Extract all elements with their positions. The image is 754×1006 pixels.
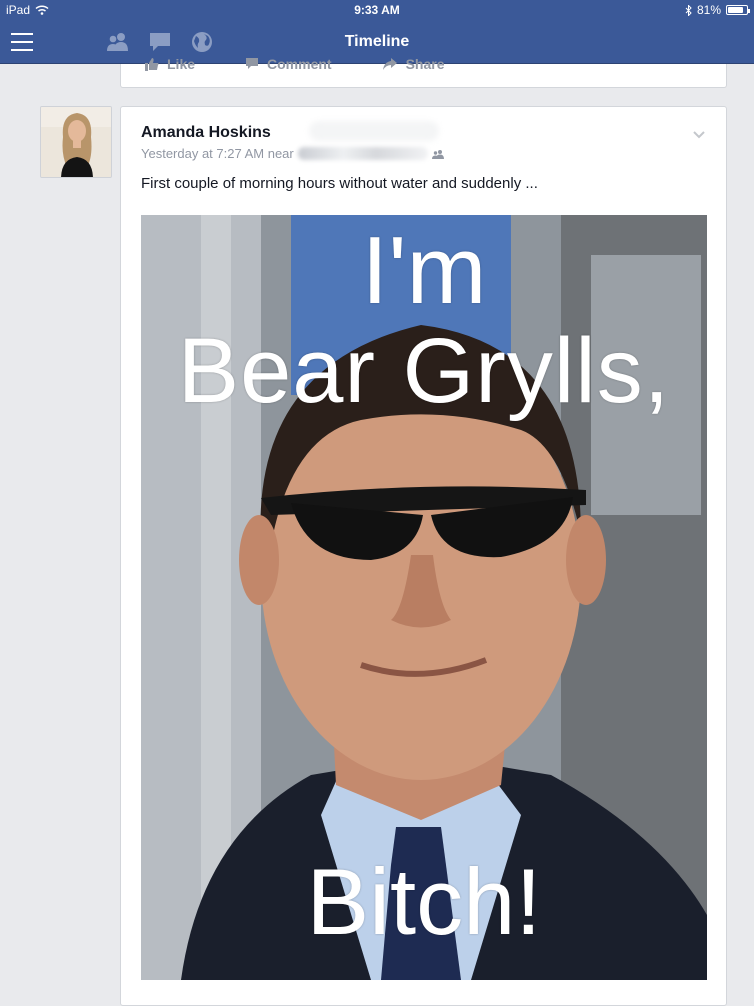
like-label: Like	[167, 56, 196, 72]
like-button[interactable]: Like	[145, 56, 195, 72]
bluetooth-icon	[685, 4, 692, 16]
redacted-blur	[309, 121, 439, 141]
battery-percent: 81%	[696, 3, 721, 17]
post-timestamp[interactable]: Yesterday at 7:27 AM near	[141, 146, 294, 161]
battery-fill	[728, 7, 743, 13]
previous-story-card: Like Comment Share	[120, 56, 727, 88]
battery-icon	[726, 5, 750, 15]
comment-label: Comment	[267, 56, 332, 72]
post-photo[interactable]: I'm Bear Grylls, Bitch!	[141, 215, 707, 980]
page-title: Timeline	[344, 33, 410, 50]
meme-line-2: Bear Grylls,	[177, 320, 671, 422]
share-arrow-icon	[382, 58, 397, 70]
status-bar: iPad 9:33 AM 81%	[0, 0, 754, 22]
thumbs-up-icon	[145, 58, 159, 71]
comment-icon	[246, 58, 259, 69]
comment-button[interactable]: Comment	[245, 56, 332, 72]
share-button[interactable]: Share	[382, 56, 445, 72]
chevron-down-icon[interactable]	[692, 127, 706, 141]
author-name[interactable]: Amanda Hoskins	[141, 124, 271, 142]
story-action-bar: Like Comment Share	[145, 56, 445, 72]
post-text: First couple of morning hours without wa…	[141, 175, 538, 192]
avatar[interactable]	[40, 106, 112, 178]
redacted-location	[297, 147, 428, 160]
status-time: 9:33 AM	[354, 3, 400, 17]
post-meta: Yesterday at 7:27 AM near	[141, 146, 444, 161]
audience-friends-icon[interactable]	[431, 149, 444, 159]
meme-line-3: Bitch!	[306, 849, 542, 954]
status-right: 81%	[685, 3, 750, 17]
share-label: Share	[405, 56, 445, 72]
post-card: Amanda Hoskins Yesterday at 7:27 AM near…	[120, 106, 727, 1006]
meme-line-1: I'm	[361, 217, 487, 324]
